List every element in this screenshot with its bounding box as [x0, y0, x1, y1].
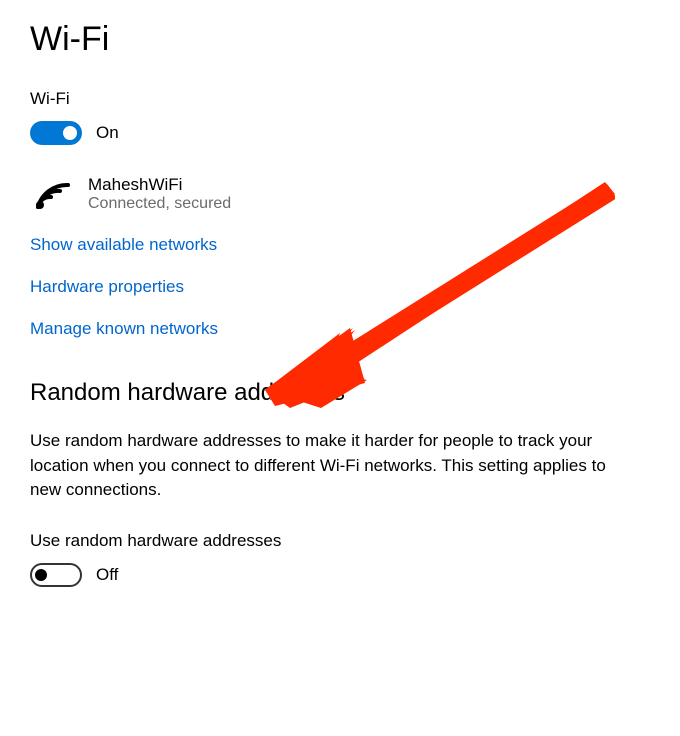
- manage-known-networks-link[interactable]: Manage known networks: [30, 319, 650, 339]
- random-hw-label: Use random hardware addresses: [30, 531, 650, 551]
- hardware-properties-link[interactable]: Hardware properties: [30, 277, 650, 297]
- current-network[interactable]: MaheshWiFi Connected, secured: [30, 175, 650, 213]
- show-available-networks-link[interactable]: Show available networks: [30, 235, 650, 255]
- random-hw-toggle-state: Off: [96, 565, 118, 585]
- random-hw-toggle-knob: [35, 569, 47, 581]
- wifi-signal-icon: [34, 177, 72, 211]
- random-hw-toggle-row: Off: [30, 563, 650, 587]
- wifi-toggle[interactable]: [30, 121, 82, 145]
- random-hw-heading: Random hardware addresses: [30, 379, 650, 407]
- random-hw-toggle[interactable]: [30, 563, 82, 587]
- network-info: MaheshWiFi Connected, secured: [88, 175, 231, 213]
- wifi-toggle-row: On: [30, 121, 650, 145]
- random-hw-description: Use random hardware addresses to make it…: [30, 429, 640, 503]
- page-title: Wi-Fi: [30, 20, 650, 59]
- network-status: Connected, secured: [88, 195, 231, 213]
- network-name: MaheshWiFi: [88, 175, 231, 195]
- wifi-section-label: Wi-Fi: [30, 89, 650, 109]
- wifi-toggle-state: On: [96, 123, 119, 143]
- wifi-toggle-knob: [63, 126, 77, 140]
